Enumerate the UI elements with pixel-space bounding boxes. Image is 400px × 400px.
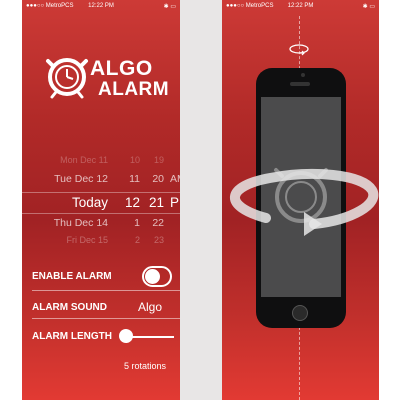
picker-ampm: PM: [170, 195, 180, 210]
picker-minute: 22: [152, 217, 164, 229]
alarm-length-slider-knob[interactable]: [119, 329, 133, 343]
enable-alarm-toggle[interactable]: [142, 266, 172, 287]
rotations-count: 5 rotations: [123, 361, 167, 371]
alarm-length-slider[interactable]: [126, 336, 174, 338]
logo-text-algo: ALGO: [90, 57, 153, 80]
picker-date: Mon Dec 11: [60, 155, 108, 165]
picker-hour: 1: [134, 217, 140, 229]
picker-minute: 21: [148, 195, 164, 210]
status-bar: ●●●○○ MetroPCS 12:22 PM ✱ ▭: [22, 0, 180, 14]
picker-minute: 19: [153, 155, 164, 165]
divider: [32, 318, 180, 319]
enable-alarm-label: ENABLE ALARM: [32, 271, 112, 282]
app-logo: ALGO ALARM: [44, 52, 174, 107]
alarm-length-label: ALARM LENGTH: [32, 331, 112, 342]
alarm-sound-label: ALARM SOUND: [32, 302, 107, 313]
picker-hour: 2: [134, 235, 140, 245]
picker-minute: 20: [152, 173, 164, 185]
screen-separator: [180, 0, 222, 400]
settings-screen: ●●●○○ MetroPCS 12:22 PM ✱ ▭ ALGO ALARM M…: [22, 0, 180, 400]
logo-text-alarm: ALARM: [98, 79, 170, 100]
picker-hour: 10: [129, 155, 140, 165]
status-time: 12:22 PM: [88, 3, 114, 9]
alarm-clock-icon: [46, 58, 88, 99]
rotation-overlay: [230, 168, 379, 236]
picker-date: Today: [71, 195, 108, 210]
picker-date: Tue Dec 12: [54, 173, 108, 185]
picker-row[interactable]: Fri Dec 15 2 23: [22, 235, 180, 251]
toggle-knob: [145, 269, 160, 284]
rotation-instruction-screen: ●●●○○ MetroPCS 12:22 PM ✱ ▭: [222, 0, 379, 400]
picker-selection-top: [22, 192, 180, 193]
picker-hour: 11: [129, 173, 140, 185]
picker-ampm: AM: [170, 173, 180, 185]
battery-icon: ✱ ▭: [163, 4, 176, 10]
picker-row[interactable]: Thu Dec 14 1 22: [22, 217, 180, 233]
picker-row-selected[interactable]: Today 12 21 PM: [22, 195, 180, 211]
picker-selection-bottom: [22, 213, 180, 214]
alarm-sound-value[interactable]: Algo: [125, 300, 175, 314]
picker-row[interactable]: Mon Dec 11 10 19: [22, 155, 180, 171]
date-time-picker[interactable]: Mon Dec 11 10 19 Tue Dec 12 11 20 AM Tod…: [22, 155, 180, 250]
picker-date: Fri Dec 15: [66, 235, 108, 245]
picker-minute: 23: [153, 235, 164, 245]
picker-date: Thu Dec 14: [53, 217, 108, 229]
picker-hour: 12: [124, 195, 140, 210]
picker-row[interactable]: Tue Dec 12 11 20 AM: [22, 173, 180, 189]
divider: [32, 290, 180, 291]
